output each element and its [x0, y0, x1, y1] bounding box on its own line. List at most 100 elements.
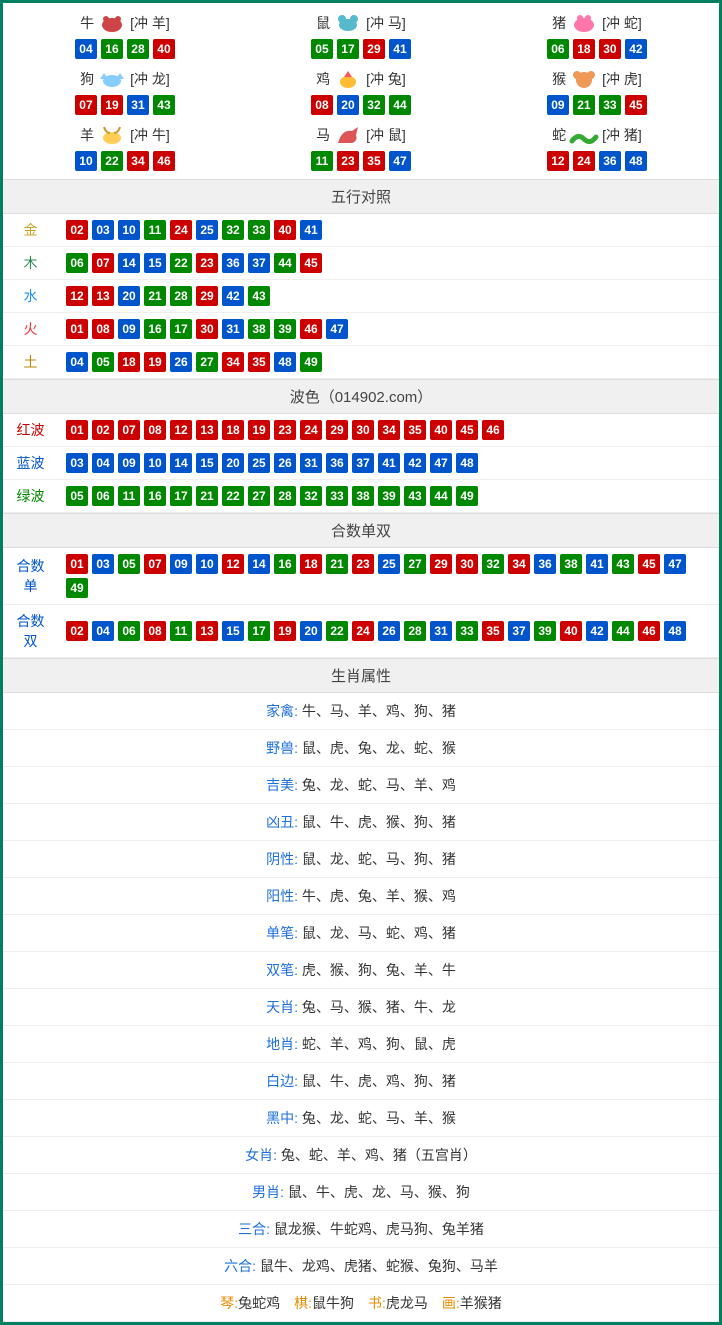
number-row: 08203244 [245, 95, 477, 115]
number-badge: 34 [508, 554, 530, 574]
attr-value: 兔、马、猴、猪、牛、龙 [302, 999, 456, 1015]
attr-label: 男肖: [252, 1184, 284, 1200]
number-badge: 22 [222, 486, 244, 506]
attr-value: 兔、蛇、羊、鸡、猪（五宫肖） [281, 1147, 477, 1163]
number-badge: 24 [573, 151, 595, 171]
attr-value: 鼠、虎、兔、龙、蛇、猴 [302, 740, 456, 756]
number-badge: 23 [337, 151, 359, 171]
table-row: 绿波 05061116172122272832333839434449 [3, 480, 719, 513]
attr-row: 阳性: 牛、虎、兔、羊、猴、鸡 [3, 878, 719, 915]
table-row: 水 1213202128294243 [3, 280, 719, 313]
number-row: 04162840 [9, 39, 241, 59]
zodiac-name: 狗 [80, 69, 94, 89]
number-badge: 39 [378, 486, 400, 506]
attr-value: 鼠、牛、虎、龙、马、猴、狗 [288, 1184, 470, 1200]
attr-label: 家禽: [266, 703, 298, 719]
row-numbers: 0108091617303138394647 [58, 313, 719, 346]
number-badge: 23 [196, 253, 218, 273]
row-label: 绿波 [3, 480, 58, 513]
number-badge: 42 [222, 286, 244, 306]
number-row: 07193143 [9, 95, 241, 115]
attr-label: 吉美: [266, 777, 298, 793]
attr-row: 白边: 鼠、牛、虎、鸡、狗、猪 [3, 1063, 719, 1100]
attr-label: 单笔: [266, 925, 298, 941]
number-badge: 30 [352, 420, 374, 440]
number-badge: 14 [170, 453, 192, 473]
number-badge: 25 [196, 220, 218, 240]
row-label: 土 [3, 346, 58, 379]
zodiac-cell: 猴 [冲 虎] 09213345 [479, 63, 715, 119]
zodiac-name: 鼠 [316, 13, 330, 33]
number-badge: 36 [599, 151, 621, 171]
number-badge: 06 [66, 253, 88, 273]
attr-row: 凶丑: 鼠、牛、虎、猴、狗、猪 [3, 804, 719, 841]
number-badge: 07 [75, 95, 97, 115]
number-badge: 07 [118, 420, 140, 440]
number-badge: 03 [92, 554, 114, 574]
number-badge: 48 [456, 453, 478, 473]
row-numbers: 06071415222336374445 [58, 247, 719, 280]
number-badge: 02 [66, 220, 88, 240]
number-badge: 03 [66, 453, 88, 473]
number-badge: 16 [274, 554, 296, 574]
number-badge: 05 [92, 352, 114, 372]
zodiac-cell: 鸡 [冲 兔] 08203244 [243, 63, 479, 119]
number-badge: 17 [337, 39, 359, 59]
number-badge: 44 [274, 253, 296, 273]
zodiac-name: 猴 [552, 69, 566, 89]
number-badge: 12 [222, 554, 244, 574]
number-badge: 49 [300, 352, 322, 372]
number-badge: 05 [118, 554, 140, 574]
attr-value: 鼠、龙、马、蛇、鸡、猪 [302, 925, 456, 941]
number-badge: 17 [170, 486, 192, 506]
dog-icon [96, 67, 128, 91]
number-badge: 09 [547, 95, 569, 115]
zodiac-cell: 牛 [冲 羊] 04162840 [7, 7, 243, 63]
number-badge: 07 [92, 253, 114, 273]
attr-value: 兔蛇鸡 [238, 1295, 280, 1311]
number-badge: 12 [547, 151, 569, 171]
number-row: 05172941 [245, 39, 477, 59]
main-container: 牛 [冲 羊] 04162840 鼠 [冲 马] 05172941 猪 [冲 蛇… [0, 0, 722, 1325]
number-badge: 10 [196, 554, 218, 574]
number-badge: 49 [456, 486, 478, 506]
ox-icon [96, 11, 128, 35]
number-badge: 01 [66, 420, 88, 440]
number-badge: 08 [311, 95, 333, 115]
attr-value: 鼠牛、龙鸡、虎猪、蛇猴、兔狗、马羊 [260, 1258, 498, 1274]
attr-row: 地肖: 蛇、羊、鸡、狗、鼠、虎 [3, 1026, 719, 1063]
number-badge: 41 [300, 220, 322, 240]
number-badge: 45 [456, 420, 478, 440]
row-numbers: 05061116172122272832333839434449 [58, 480, 719, 513]
number-badge: 33 [599, 95, 621, 115]
number-badge: 21 [196, 486, 218, 506]
wuxing-table: 金 02031011242532334041木 0607141522233637… [3, 214, 719, 379]
attr-label: 地肖: [266, 1036, 298, 1052]
number-badge: 37 [352, 453, 374, 473]
number-badge: 03 [92, 220, 114, 240]
attr-value: 牛、马、羊、鸡、狗、猪 [302, 703, 456, 719]
shuxing-header: 生肖属性 [3, 658, 719, 693]
attr-value: 蛇、羊、鸡、狗、鼠、虎 [302, 1036, 456, 1052]
number-badge: 30 [599, 39, 621, 59]
rat-icon [332, 11, 364, 35]
number-badge: 44 [389, 95, 411, 115]
attr-label: 野兽: [266, 740, 298, 756]
number-badge: 25 [248, 453, 270, 473]
number-badge: 37 [508, 621, 530, 641]
number-badge: 06 [547, 39, 569, 59]
row-label: 红波 [3, 414, 58, 447]
number-badge: 26 [274, 453, 296, 473]
number-row: 11233547 [245, 151, 477, 171]
attr-row: 阴性: 鼠、龙、蛇、马、狗、猪 [3, 841, 719, 878]
number-badge: 36 [222, 253, 244, 273]
number-badge: 04 [92, 453, 114, 473]
zodiac-chong: [冲 龙] [130, 69, 170, 89]
attr-value: 虎、猴、狗、兔、羊、牛 [302, 962, 456, 978]
attr-label: 双笔: [266, 962, 298, 978]
number-badge: 39 [534, 621, 556, 641]
number-badge: 17 [248, 621, 270, 641]
number-badge: 46 [300, 319, 322, 339]
number-badge: 04 [66, 352, 88, 372]
number-badge: 20 [222, 453, 244, 473]
